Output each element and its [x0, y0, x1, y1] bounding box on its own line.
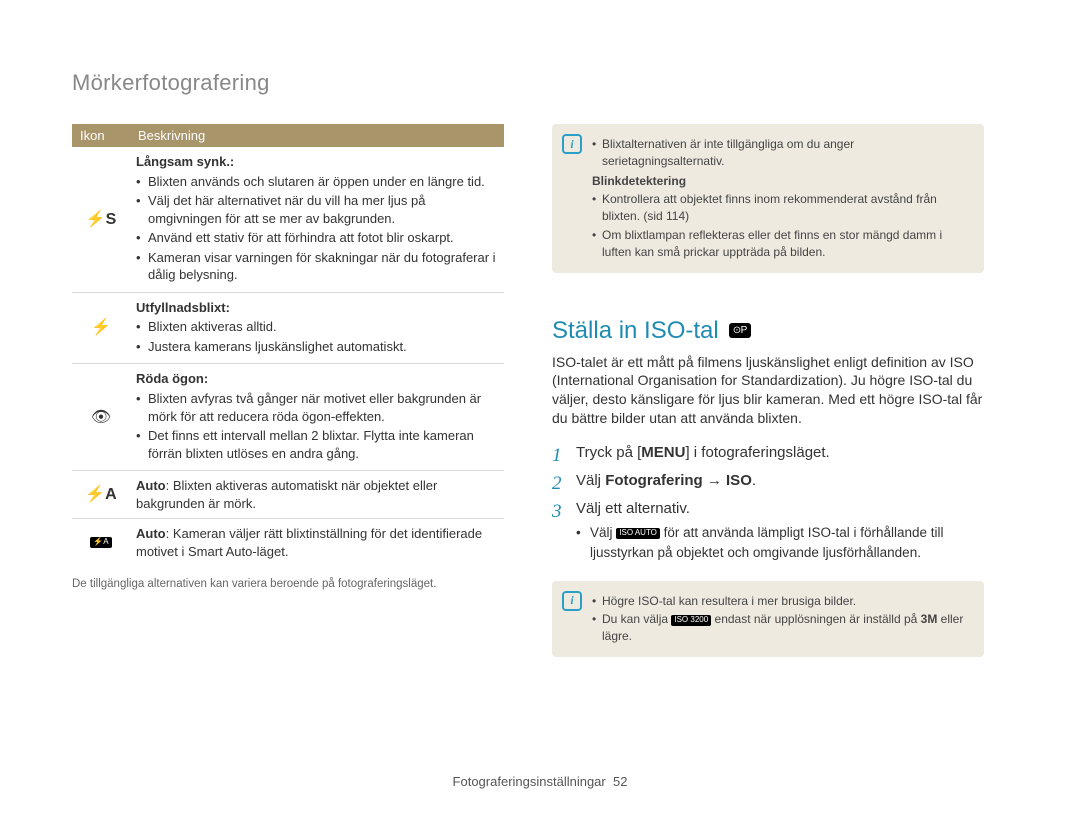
right-column: i Blixtalternativen är inte tillgängliga… [552, 124, 984, 657]
step-3: Välj ett alternativ. Välj ISO AUTO för a… [552, 498, 984, 563]
list-item: Välj det här alternativet när du vill ha… [136, 192, 498, 227]
step-1: Tryck på [MENU] i fotograferingsläget. [552, 442, 984, 464]
note-bullet: Du kan välja ISO 3200 endast när upplösn… [592, 611, 972, 645]
iso-paragraph: ISO-talet är ett mått på filmens ljuskän… [552, 353, 984, 429]
flash-smart-auto-icon: ⚡A [72, 519, 130, 567]
info-icon: i [562, 134, 582, 154]
page-title: Mörkerfotografering [72, 70, 1008, 96]
iso-heading: Ställa in ISO-tal ⊙P [552, 317, 984, 345]
note-bullet: Högre ISO-tal kan resultera i mer brusig… [592, 593, 972, 610]
row-title: Långsam synk.: [136, 154, 234, 169]
table-row: Långsam synk.: Blixten används och sluta… [130, 147, 504, 292]
left-column: Ikon Beskrivning ⚡S Långsam synk.: Blixt… [72, 124, 504, 657]
mode-p-icon: ⊙P [729, 323, 751, 338]
menu-label: MENU [641, 444, 685, 461]
table-row: Auto: Kameran väljer rätt blixtinställni… [130, 519, 504, 567]
list-item: Blixten aktiveras alltid. [136, 318, 498, 336]
table-row: Auto: Blixten aktiveras automatiskt när … [130, 471, 504, 519]
row-title: Röda ögon: [136, 371, 208, 386]
table-row: Röda ögon: Blixten avfyras två gånger nä… [130, 364, 504, 471]
note-bullet: Kontrollera att objektet finns inom reko… [592, 191, 972, 225]
step-3-sub: Välj ISO AUTO för att använda lämpligt I… [576, 523, 984, 562]
table-head-desc: Beskrivning [130, 124, 504, 147]
list-item: Blixten används och slutaren är öppen un… [136, 173, 498, 191]
list-item: Kameran visar varningen för skakningar n… [136, 249, 498, 284]
step-2: Välj Fotografering → ISO. [552, 470, 984, 492]
flash-slow-sync-icon: ⚡S [72, 147, 130, 292]
flash-auto-icon: ⚡A [72, 471, 130, 519]
flash-fill-icon: ⚡ [72, 292, 130, 364]
note-bullet: Blixtalternativen är inte tillgängliga o… [592, 136, 972, 170]
note-subheading: Blinkdetektering [592, 173, 972, 190]
list-item: Blixten avfyras två gånger när motivet e… [136, 390, 498, 425]
list-item: Justera kamerans ljuskänslighet automati… [136, 338, 498, 356]
row-title: Utfyllnadsblixt: [136, 300, 230, 315]
row-title: Auto [136, 526, 166, 541]
red-eye-icon: 👁 [72, 364, 130, 471]
page-footer: Fotograferingsinställningar 52 [0, 774, 1080, 789]
iso-3200-icon: ISO 3200 [671, 615, 711, 626]
table-footnote: De tillgängliga alternativen kan variera… [72, 578, 504, 590]
table-row: Utfyllnadsblixt: Blixten aktiveras allti… [130, 292, 504, 364]
note-bullet: Om blixtlampan reflekteras eller det fin… [592, 227, 972, 261]
list-item: Det finns ett intervall mellan 2 blixtar… [136, 427, 498, 462]
list-item: Använd ett stativ för att förhindra att … [136, 229, 498, 247]
row-title: Auto [136, 478, 166, 493]
note-box-top: i Blixtalternativen är inte tillgängliga… [552, 124, 984, 273]
info-icon: i [562, 591, 582, 611]
flash-options-table: Ikon Beskrivning ⚡S Långsam synk.: Blixt… [72, 124, 504, 566]
table-head-icon: Ikon [72, 124, 130, 147]
iso-auto-icon: ISO AUTO [616, 528, 660, 539]
iso-steps: Tryck på [MENU] i fotograferingsläget. V… [552, 442, 984, 562]
note-box-bottom: i Högre ISO-tal kan resultera i mer brus… [552, 581, 984, 657]
